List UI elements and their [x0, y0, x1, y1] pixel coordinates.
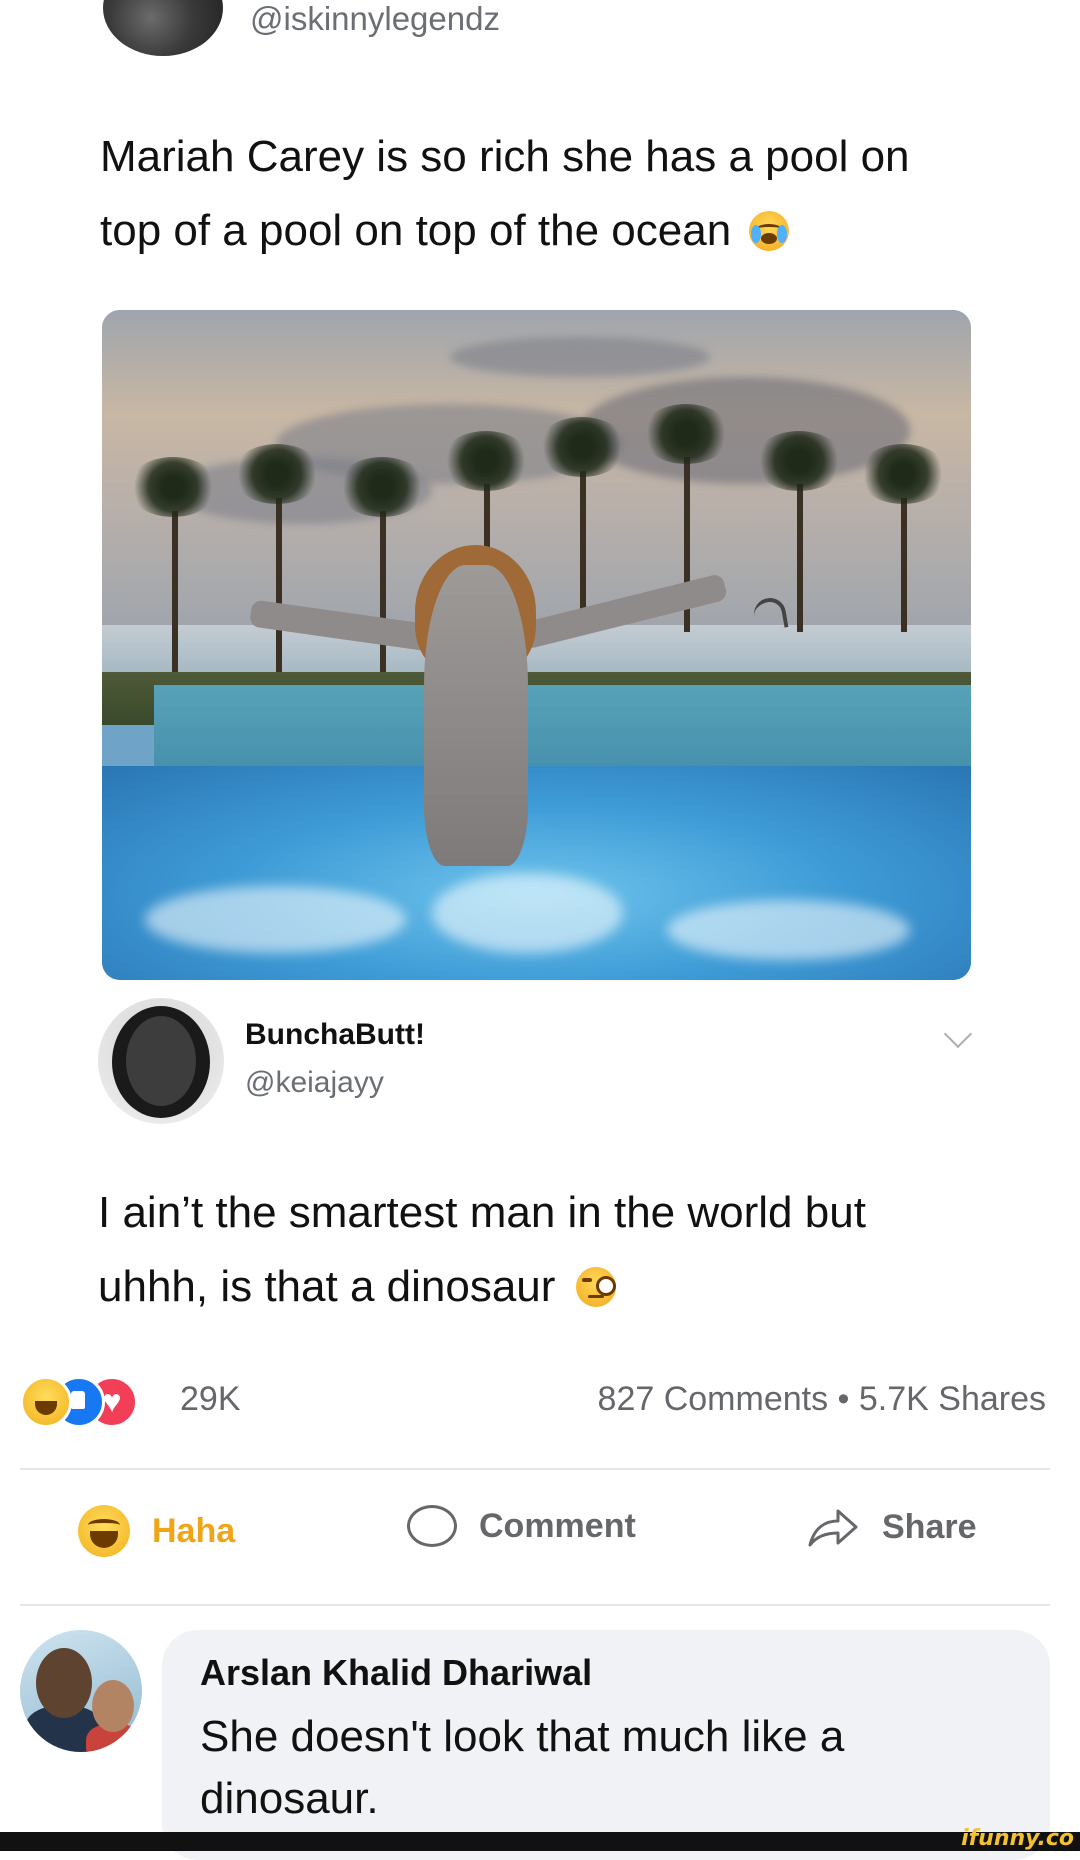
author-handle[interactable]: @iskinnylegendz	[250, 0, 500, 38]
author-avatar[interactable]	[103, 0, 223, 56]
comment-label: Comment	[479, 1506, 636, 1545]
share-label: Share	[882, 1507, 977, 1546]
haha-reaction-icon	[20, 1376, 72, 1428]
ifunny-watermark: ifunny.co	[961, 1826, 1074, 1851]
watermark-bar	[0, 1832, 1080, 1851]
crying-face-emoji-icon	[749, 211, 790, 251]
reply-text: I ain’t the smartest man in the world bu…	[98, 1176, 978, 1324]
chevron-down-icon[interactable]	[943, 1019, 973, 1049]
commenter-avatar[interactable]	[20, 1630, 142, 1752]
reply-author-name[interactable]: BunchaButt!	[245, 1018, 425, 1052]
divider	[20, 1604, 1050, 1606]
reaction-count[interactable]: 29K	[180, 1380, 241, 1419]
reply-author-avatar[interactable]	[98, 998, 224, 1124]
share-arrow-icon	[808, 1509, 858, 1547]
reply-author-handle[interactable]: @keiajayy	[245, 1066, 384, 1100]
comment-text: She doesn't look that much like a dinosa…	[200, 1712, 845, 1823]
haha-label: Haha	[152, 1511, 236, 1550]
haha-button[interactable]: Haha	[78, 1505, 235, 1557]
post-photo[interactable]	[102, 310, 971, 980]
share-button[interactable]: Share	[806, 1505, 977, 1549]
reaction-summary[interactable]	[20, 1376, 160, 1428]
post-text: Mariah Carey is so rich she has a pool o…	[100, 120, 980, 268]
reply-text-body: I ain’t the smartest man in the world bu…	[98, 1188, 866, 1311]
divider	[20, 1468, 1050, 1470]
face-with-monocle-emoji-icon	[575, 1267, 616, 1307]
commenter-name[interactable]: Arslan Khalid Dhariwal	[200, 1652, 592, 1694]
comments-shares-count[interactable]: 827 Comments • 5.7K Shares	[598, 1380, 1046, 1419]
comment-button[interactable]: Comment	[407, 1505, 636, 1547]
haha-emoji-icon	[78, 1505, 130, 1557]
comment-icon	[407, 1505, 457, 1547]
